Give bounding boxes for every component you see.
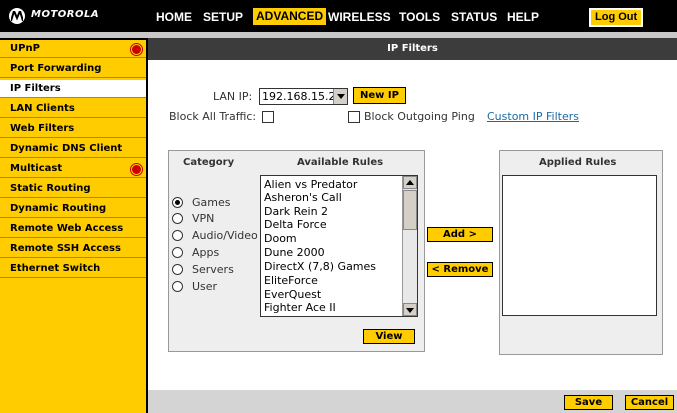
sidebar-item-label: Port Forwarding <box>10 63 102 74</box>
logout-button[interactable]: Log Out <box>589 8 644 27</box>
sidebar-item-ip-filters[interactable]: IP Filters <box>0 80 146 98</box>
radio-vpn[interactable] <box>172 213 183 224</box>
lan-ip-label: LAN IP: <box>213 90 253 103</box>
cancel-button[interactable]: Cancel <box>625 395 674 410</box>
logo-bar: MOTOROLA <box>0 0 148 32</box>
list-item[interactable]: Fighter Ace II <box>264 301 336 314</box>
brand-logo-text: MOTOROLA <box>31 9 100 20</box>
sidebar-item-dynamic-dns[interactable]: Dynamic DNS Client <box>0 140 146 158</box>
sidebar-item-multicast[interactable]: Multicast <box>0 160 146 178</box>
sidebar-item-label: Web Filters <box>10 123 75 134</box>
radio-label-apps: Apps <box>192 246 220 259</box>
alert-dot-icon <box>131 164 142 175</box>
radio-label-audio-video: Audio/Video <box>192 229 258 242</box>
list-scrollbar[interactable] <box>402 176 417 316</box>
list-item[interactable]: Delta Force <box>264 218 327 231</box>
list-item[interactable]: Doom <box>264 232 297 245</box>
available-rules-list[interactable]: Alien vs Predator Asheron's Call Dark Re… <box>260 175 418 317</box>
page-title: IP Filters <box>148 38 677 60</box>
sidebar: UPnP Port Forwarding IP Filters LAN Clie… <box>0 38 148 413</box>
view-button[interactable]: View <box>363 329 415 344</box>
sidebar-item-label: Dynamic Routing <box>10 203 107 214</box>
sidebar-item-label: LAN Clients <box>10 103 75 114</box>
sidebar-item-label: Static Routing <box>10 183 91 194</box>
radio-label-user: User <box>192 280 218 293</box>
block-ping-label: Block Outgoing Ping <box>364 110 475 123</box>
scroll-up-icon[interactable] <box>403 176 417 189</box>
sidebar-item-label: Remote SSH Access <box>10 243 121 254</box>
add-button[interactable]: Add > <box>427 227 493 242</box>
sidebar-item-web-filters[interactable]: Web Filters <box>0 120 146 138</box>
lan-ip-value: 192.168.15.2 <box>262 90 336 103</box>
sidebar-item-label: Dynamic DNS Client <box>10 143 123 154</box>
nav-setup[interactable]: SETUP <box>203 9 243 26</box>
list-item[interactable]: Alien vs Predator <box>264 178 357 191</box>
radio-servers[interactable] <box>172 264 183 275</box>
motorola-logo-icon <box>9 8 25 24</box>
nav-advanced[interactable]: ADVANCED <box>253 8 327 25</box>
block-all-label: Block All Traffic: <box>169 110 257 123</box>
radio-label-games: Games <box>192 196 231 209</box>
sidebar-item-label: Remote Web Access <box>10 223 124 234</box>
radio-label-servers: Servers <box>192 263 234 276</box>
applied-rules-header: Applied Rules <box>539 157 617 168</box>
list-item[interactable]: Dark Rein 2 <box>264 205 328 218</box>
lan-ip-select[interactable]: 192.168.15.2 <box>259 88 348 105</box>
category-header: Category <box>183 157 235 168</box>
nav-tools[interactable]: TOOLS <box>399 9 440 26</box>
sidebar-item-upnp[interactable]: UPnP <box>0 40 146 58</box>
sidebar-item-label: IP Filters <box>10 83 61 94</box>
sidebar-item-port-forwarding[interactable]: Port Forwarding <box>0 60 146 78</box>
save-button[interactable]: Save <box>564 395 613 410</box>
chevron-down-icon[interactable] <box>333 89 347 104</box>
scroll-down-icon[interactable] <box>403 303 417 316</box>
top-nav: HOME SETUP ADVANCED WIRELESS TOOLS STATU… <box>148 0 677 32</box>
radio-audio-video[interactable] <box>172 230 183 241</box>
sidebar-item-label: Ethernet Switch <box>10 263 101 274</box>
sidebar-item-remote-web-access[interactable]: Remote Web Access <box>0 220 146 238</box>
sidebar-item-dynamic-routing[interactable]: Dynamic Routing <box>0 200 146 218</box>
applied-rules-list[interactable] <box>502 175 657 316</box>
sidebar-item-static-routing[interactable]: Static Routing <box>0 180 146 198</box>
available-rules-header: Available Rules <box>297 157 384 168</box>
list-item[interactable]: DirectX (7,8) Games <box>264 260 376 273</box>
list-item[interactable]: EverQuest <box>264 288 321 301</box>
list-item[interactable]: Dune 2000 <box>264 246 325 259</box>
nav-status[interactable]: STATUS <box>451 9 497 26</box>
radio-user[interactable] <box>172 281 183 292</box>
block-ping-checkbox[interactable] <box>348 111 360 123</box>
new-ip-button[interactable]: New IP <box>353 87 406 104</box>
remove-button[interactable]: < Remove <box>427 262 493 277</box>
sidebar-item-label: UPnP <box>10 43 40 54</box>
nav-wireless[interactable]: WIRELESS <box>328 9 391 26</box>
sidebar-item-label: Multicast <box>10 163 63 174</box>
alert-dot-icon <box>131 44 142 55</box>
radio-label-vpn: VPN <box>192 212 215 225</box>
list-item[interactable]: Asheron's Call <box>264 191 342 204</box>
block-all-checkbox[interactable] <box>262 111 274 123</box>
scroll-thumb[interactable] <box>403 190 417 230</box>
radio-games[interactable] <box>172 197 183 208</box>
sidebar-item-lan-clients[interactable]: LAN Clients <box>0 100 146 118</box>
nav-help[interactable]: HELP <box>507 9 539 26</box>
nav-home[interactable]: HOME <box>156 9 192 26</box>
custom-ip-filters-link[interactable]: Custom IP Filters <box>487 110 579 123</box>
sidebar-item-ethernet-switch[interactable]: Ethernet Switch <box>0 260 146 278</box>
list-item[interactable]: EliteForce <box>264 274 318 287</box>
radio-apps[interactable] <box>172 247 183 258</box>
sidebar-item-remote-ssh-access[interactable]: Remote SSH Access <box>0 240 146 258</box>
